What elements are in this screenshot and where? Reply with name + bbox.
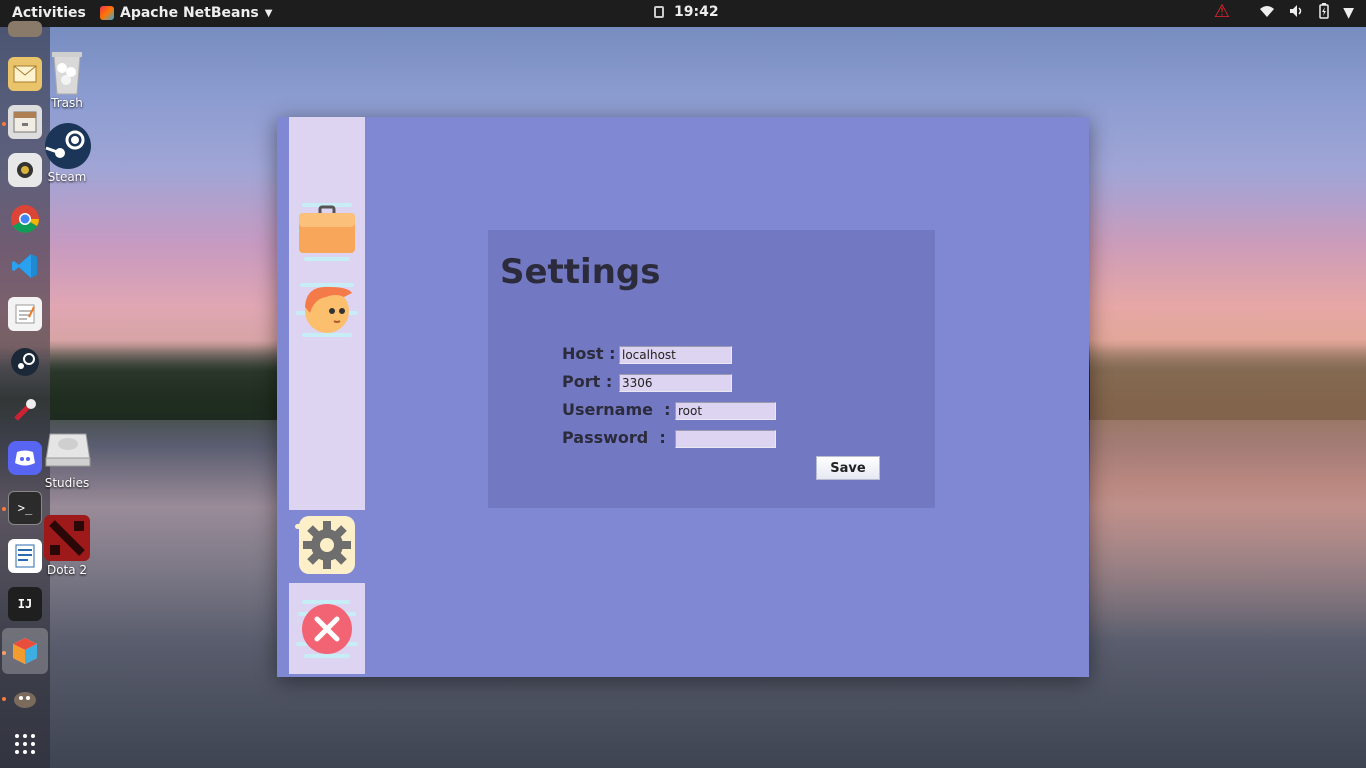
clock-time: 19:42 <box>674 4 719 20</box>
activities-button[interactable]: Activities <box>12 5 86 21</box>
text-editor-icon[interactable] <box>8 297 42 331</box>
desktop-icon-label: Studies <box>44 476 90 490</box>
desktop-trash[interactable]: Trash <box>35 48 99 110</box>
running-indicator <box>2 507 6 511</box>
netbeans-icon <box>100 6 114 20</box>
warning-icon[interactable]: ⚠ <box>1214 1 1230 22</box>
trash-icon <box>44 48 90 95</box>
page-title: Settings <box>500 252 661 292</box>
chrome-icon[interactable] <box>8 202 42 236</box>
settings-window: Settings Host : Port : Username : Passwo… <box>277 117 1089 677</box>
save-button[interactable]: Save <box>816 456 880 480</box>
dota-icon <box>44 515 90 561</box>
host-label: Host : <box>562 344 616 363</box>
sidebar-item-profile[interactable] <box>289 277 365 343</box>
desktop-icon-label: Trash <box>51 96 83 110</box>
host-input[interactable] <box>619 346 732 364</box>
steam-dock-icon[interactable] <box>8 345 42 379</box>
running-indicator <box>2 697 6 701</box>
username-input[interactable] <box>675 402 776 420</box>
close-icon <box>296 599 358 658</box>
clock[interactable]: 19:42 <box>654 4 719 20</box>
desktop-dota[interactable]: Dota 2 <box>35 515 99 577</box>
system-tray[interactable]: ▼ <box>1259 3 1354 23</box>
drive-icon <box>44 428 91 474</box>
settings-panel: Settings Host : Port : Username : Passwo… <box>488 230 935 508</box>
sidebar-item-briefcase[interactable] <box>289 197 365 267</box>
dock-partial-icon[interactable] <box>8 21 42 37</box>
notification-icon <box>654 6 664 18</box>
battery-icon <box>1319 3 1329 23</box>
chevron-down-icon: ▼ <box>1343 5 1354 21</box>
vscode-icon[interactable] <box>8 249 42 283</box>
app-menu-label: Apache NetBeans <box>120 5 259 21</box>
sidebar-item-close[interactable] <box>289 583 365 674</box>
gimp-icon[interactable] <box>8 681 42 715</box>
intellij-icon[interactable]: IJ <box>8 587 42 621</box>
wifi-icon <box>1259 4 1275 22</box>
password-label: Password : <box>562 428 666 447</box>
briefcase-icon <box>298 203 355 261</box>
gear-icon <box>295 516 355 574</box>
wallpaper-sunset <box>1090 200 1366 640</box>
sidebar-item-settings[interactable] <box>289 510 365 580</box>
show-apps-icon[interactable] <box>8 727 42 761</box>
desktop-icon-label: Dota 2 <box>46 563 88 577</box>
desktop-icon-label: Steam <box>47 170 87 184</box>
top-bar: Activities Apache NetBeans ▼ 19:42 ⚠ ▼ <box>0 0 1366 27</box>
password-input[interactable] <box>675 430 776 448</box>
running-indicator <box>2 122 6 126</box>
desktop-steam[interactable]: Steam <box>35 122 99 184</box>
port-input[interactable] <box>619 374 732 392</box>
port-label: Port : <box>562 372 613 391</box>
chevron-down-icon: ▼ <box>264 7 273 19</box>
tools-icon[interactable] <box>8 393 42 427</box>
app-menu[interactable]: Apache NetBeans ▼ <box>100 5 272 21</box>
username-label: Username : <box>562 400 671 419</box>
steam-icon <box>44 122 91 169</box>
volume-icon <box>1289 4 1305 22</box>
desktop-studies[interactable]: Studies <box>35 428 99 490</box>
netbeans-dock-icon[interactable] <box>2 628 48 674</box>
avatar-icon <box>296 283 358 337</box>
